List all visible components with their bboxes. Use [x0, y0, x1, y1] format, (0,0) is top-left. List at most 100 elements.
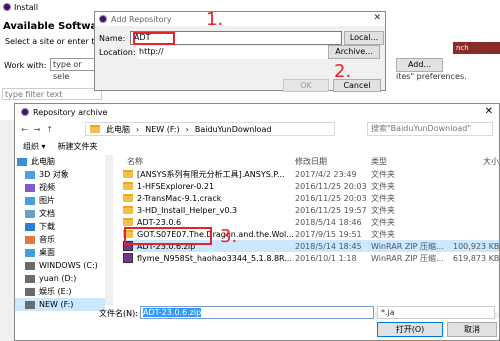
file-type: 文件夹	[371, 169, 395, 179]
sidebar-item[interactable]: 3D 对象	[15, 168, 105, 181]
sidebar-item[interactable]: 视频	[15, 181, 105, 194]
file-row[interactable]: 3-HD_Install_Helper_v0.3 2016/11/25 19:57…	[123, 204, 499, 216]
file-date: 2017/4/2 23:49	[295, 169, 357, 179]
file-name-cell: ADT-23.0.6	[123, 218, 295, 227]
add-button[interactable]: Add...	[396, 58, 443, 72]
column-headers: 名称 修改日期 类型 大小	[123, 155, 499, 168]
file-name-cell: flyme_N958St_haohao3344_5.1.8.8R...	[123, 253, 295, 263]
filetype-select[interactable]: *.ja	[377, 306, 495, 319]
sidebar-scrollbar[interactable]	[105, 155, 113, 305]
back-icon[interactable]: ←	[21, 125, 28, 134]
file-row[interactable]: flyme_N958St_haohao3344_5.1.8.8R... 2016/…	[123, 252, 499, 264]
work-with-label: Work with:	[4, 61, 47, 70]
step-two-annotation: 2.	[334, 61, 352, 82]
search-input[interactable]: 搜索"BaiduYunDownload"	[367, 122, 493, 136]
file-date: 2016/10/1 1:18	[295, 253, 357, 263]
location-label: Location:	[99, 48, 136, 57]
column-header-date[interactable]: 修改日期	[295, 156, 371, 167]
available-software-description: Select a site or enter th	[5, 37, 100, 46]
column-header-type[interactable]: 类型	[371, 156, 453, 167]
partial-label: nch	[453, 42, 500, 54]
filename-value: ADT-23.0.6.zip	[143, 308, 202, 317]
file-type: 文件夹	[371, 181, 395, 191]
name-label: Name:	[99, 34, 126, 43]
add-repository-title: Add Repository	[111, 14, 172, 24]
video-icon	[25, 183, 35, 192]
file-size: 100,923 KB	[453, 241, 500, 251]
breadcrumb-item[interactable]: NEW (F:)	[145, 125, 179, 134]
forward-icon[interactable]: →	[34, 125, 41, 134]
sidebar-item-label: 娱乐 (E:)	[39, 287, 72, 296]
close-icon[interactable]: ✕	[485, 106, 493, 117]
file-date: 2016/11/25 20:03	[295, 181, 367, 191]
file-row[interactable]: 1-HFSExplorer-0.21 2016/11/25 20:03 文件夹	[123, 180, 499, 192]
file-name: [ANSYS系列有限元分析工具].ANSYS.P...	[137, 169, 285, 179]
ok-button[interactable]: OK	[283, 79, 329, 92]
file-name: 3-HD_Install_Helper_v0.3	[137, 205, 238, 215]
sidebar-item[interactable]: 此电脑	[15, 155, 105, 168]
repository-archive-dialog: Repository archive ✕ ← → ↑ 此电脑 › NEW (F:…	[14, 103, 500, 341]
file-date: 2018/5/14 18:46	[295, 217, 362, 227]
address-bar[interactable]: 此电脑 › NEW (F:) › BaiduYunDownload	[85, 122, 335, 136]
file-date: 2016/11/25 19:57	[295, 205, 367, 215]
sidebar-item-label: NEW (F:)	[39, 300, 74, 309]
file-date: 2016/11/25 20:03	[295, 193, 367, 203]
sidebar-item[interactable]: 娱乐 (E:)	[15, 285, 105, 298]
work-with-input[interactable]: type or sele	[50, 58, 100, 81]
filename-label: 文件名(N):	[99, 309, 138, 318]
preferences-link[interactable]: ites" preferences.	[396, 72, 467, 81]
sidebar-item-label: 文档	[39, 209, 55, 218]
toolbar: 组织 ▾ 新建文件夹	[15, 139, 499, 153]
close-icon[interactable]: ✕	[373, 13, 381, 23]
sidebar-item[interactable]: 文档	[15, 207, 105, 220]
file-type: 文件夹	[371, 193, 395, 203]
archive-title: Repository archive	[33, 107, 108, 117]
sidebar-item[interactable]: 图片	[15, 194, 105, 207]
download-icon	[25, 222, 35, 231]
chevron-right-icon: ›	[185, 124, 189, 134]
new-folder-button[interactable]: 新建文件夹	[58, 141, 98, 152]
breadcrumb-item[interactable]: 此电脑	[106, 124, 130, 135]
archive-titlebar: Repository archive ✕	[15, 104, 499, 120]
file-row[interactable]: [ANSYS系列有限元分析工具].ANSYS.P... 2017/4/2 23:4…	[123, 168, 499, 180]
column-header-size[interactable]: 大小	[453, 156, 499, 167]
file-name: ADT-23.0.6	[137, 217, 182, 227]
file-name: flyme_N958St_haohao3344_5.1.8.8R...	[137, 253, 292, 263]
up-icon[interactable]: ↑	[46, 125, 53, 134]
sidebar-item[interactable]: yuan (D:)	[15, 272, 105, 285]
open-button[interactable]: 打开(O)	[377, 322, 443, 337]
folder-icon	[123, 182, 133, 190]
archive-button[interactable]: Archive...	[328, 45, 380, 59]
sidebar-item[interactable]: 下载	[15, 220, 105, 233]
eclipse-icon	[3, 3, 11, 11]
computer-icon	[17, 157, 27, 166]
location-input[interactable]: http://	[137, 46, 337, 59]
file-row[interactable]: 2-TransMac-9.1.crack 2016/11/25 20:03 文件夹	[123, 192, 499, 204]
cancel-button[interactable]: 取消	[447, 322, 497, 337]
sidebar-item-label: 音乐	[39, 235, 55, 244]
cube-icon	[25, 170, 35, 179]
sidebar-item[interactable]: NEW (F:)	[15, 298, 105, 311]
sidebar-item[interactable]: WINDOWS (C:)	[15, 259, 105, 272]
file-name-cell: 3-HD_Install_Helper_v0.3	[123, 206, 295, 215]
breadcrumb-item[interactable]: BaiduYunDownload	[195, 125, 272, 134]
file-type: WinRAR ZIP 压缩...	[371, 253, 444, 263]
add-repository-titlebar: Add Repository ✕	[95, 12, 385, 26]
sidebar-item[interactable]: 音乐	[15, 233, 105, 246]
name-input[interactable]: ADT	[130, 31, 342, 45]
sidebar-item-label: WINDOWS (C:)	[39, 261, 98, 270]
file-date: 2017/9/15 19:51	[295, 229, 362, 239]
sidebar-item[interactable]: 桌面	[15, 246, 105, 259]
drive-icon	[25, 274, 35, 283]
filter-input[interactable]: type filter text	[2, 88, 102, 100]
local-button[interactable]: Local...	[344, 31, 384, 45]
sidebar-item-label: 图片	[39, 196, 55, 205]
sidebar-item-label: 桌面	[39, 248, 55, 257]
install-title: Install	[14, 2, 39, 12]
desktop-icon	[25, 248, 35, 257]
document-icon	[25, 209, 35, 218]
column-header-name[interactable]: 名称	[123, 156, 295, 167]
organize-button[interactable]: 组织 ▾	[23, 141, 46, 152]
eclipse-icon	[99, 15, 107, 23]
filename-input[interactable]: ADT-23.0.6.zip	[140, 306, 374, 319]
